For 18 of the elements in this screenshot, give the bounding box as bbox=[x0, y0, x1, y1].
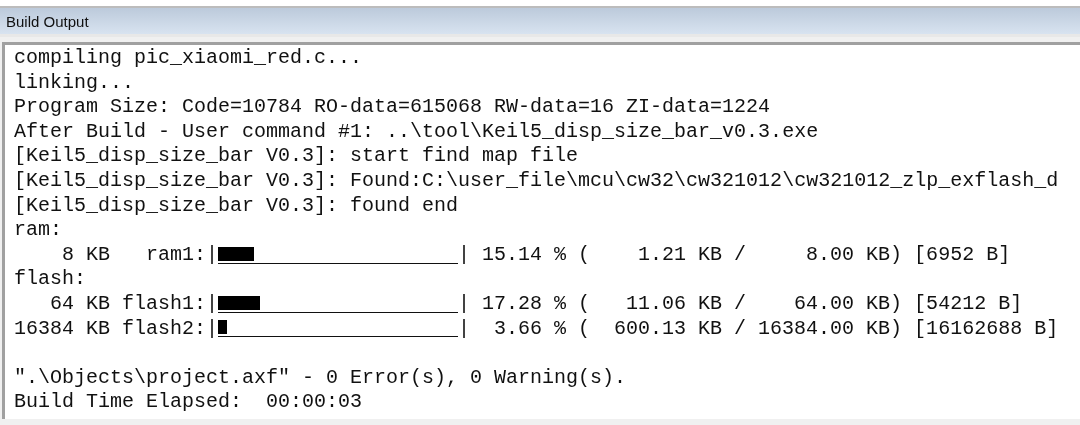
output-line: Build Time Elapsed: 00:00:03 bbox=[14, 390, 363, 415]
output-line: [Keil5_disp_size_bar V0.3]: start find map file bbox=[14, 144, 579, 169]
output-line: [Keil5_disp_size_bar V0.3]: Found:C:\user_file\mcu\cw32\cw321012\cw321012_zlp_exflash_d bbox=[14, 168, 1059, 194]
output-line: ram: bbox=[14, 218, 62, 243]
memory-usage: | 15.14 % ( 1.21 KB / 8.00 KB) [6952 B] bbox=[458, 242, 1011, 268]
output-line: [Keil5_disp_size_bar V0.3]: found end bbox=[14, 193, 459, 219]
output-line: flash: bbox=[14, 267, 86, 292]
output-line: After Build - User command #1: ..\tool\Keil5_disp_size_bar_v0.3.exe bbox=[14, 119, 819, 145]
memory-label: 8 KB ram1:| bbox=[61, 242, 219, 268]
panel-title: Build Output bbox=[0, 8, 1080, 37]
output-line: Program Size: Code=10784 RO-data=615068 RW-data=16 ZI-data=1224 bbox=[14, 95, 771, 120]
memory-usage: | 3.66 % ( 600.13 KB / 16384.00 KB) [16162688 B] bbox=[458, 316, 1059, 342]
output-line: ".\Objects\project.axf" - 0 Error(s), 0 Warning(s). bbox=[14, 365, 627, 391]
output-line: linking... bbox=[14, 70, 135, 96]
output-line: compiling pic_xiaomi_red.c... bbox=[14, 46, 363, 71]
memory-usage: | 17.28 % ( 11.06 KB / 64.00 KB) [54212 B] bbox=[458, 291, 1023, 317]
memory-label: 64 KB flash1:| bbox=[49, 291, 219, 317]
memory-label: 16384 KB flash2:| bbox=[14, 316, 219, 342]
